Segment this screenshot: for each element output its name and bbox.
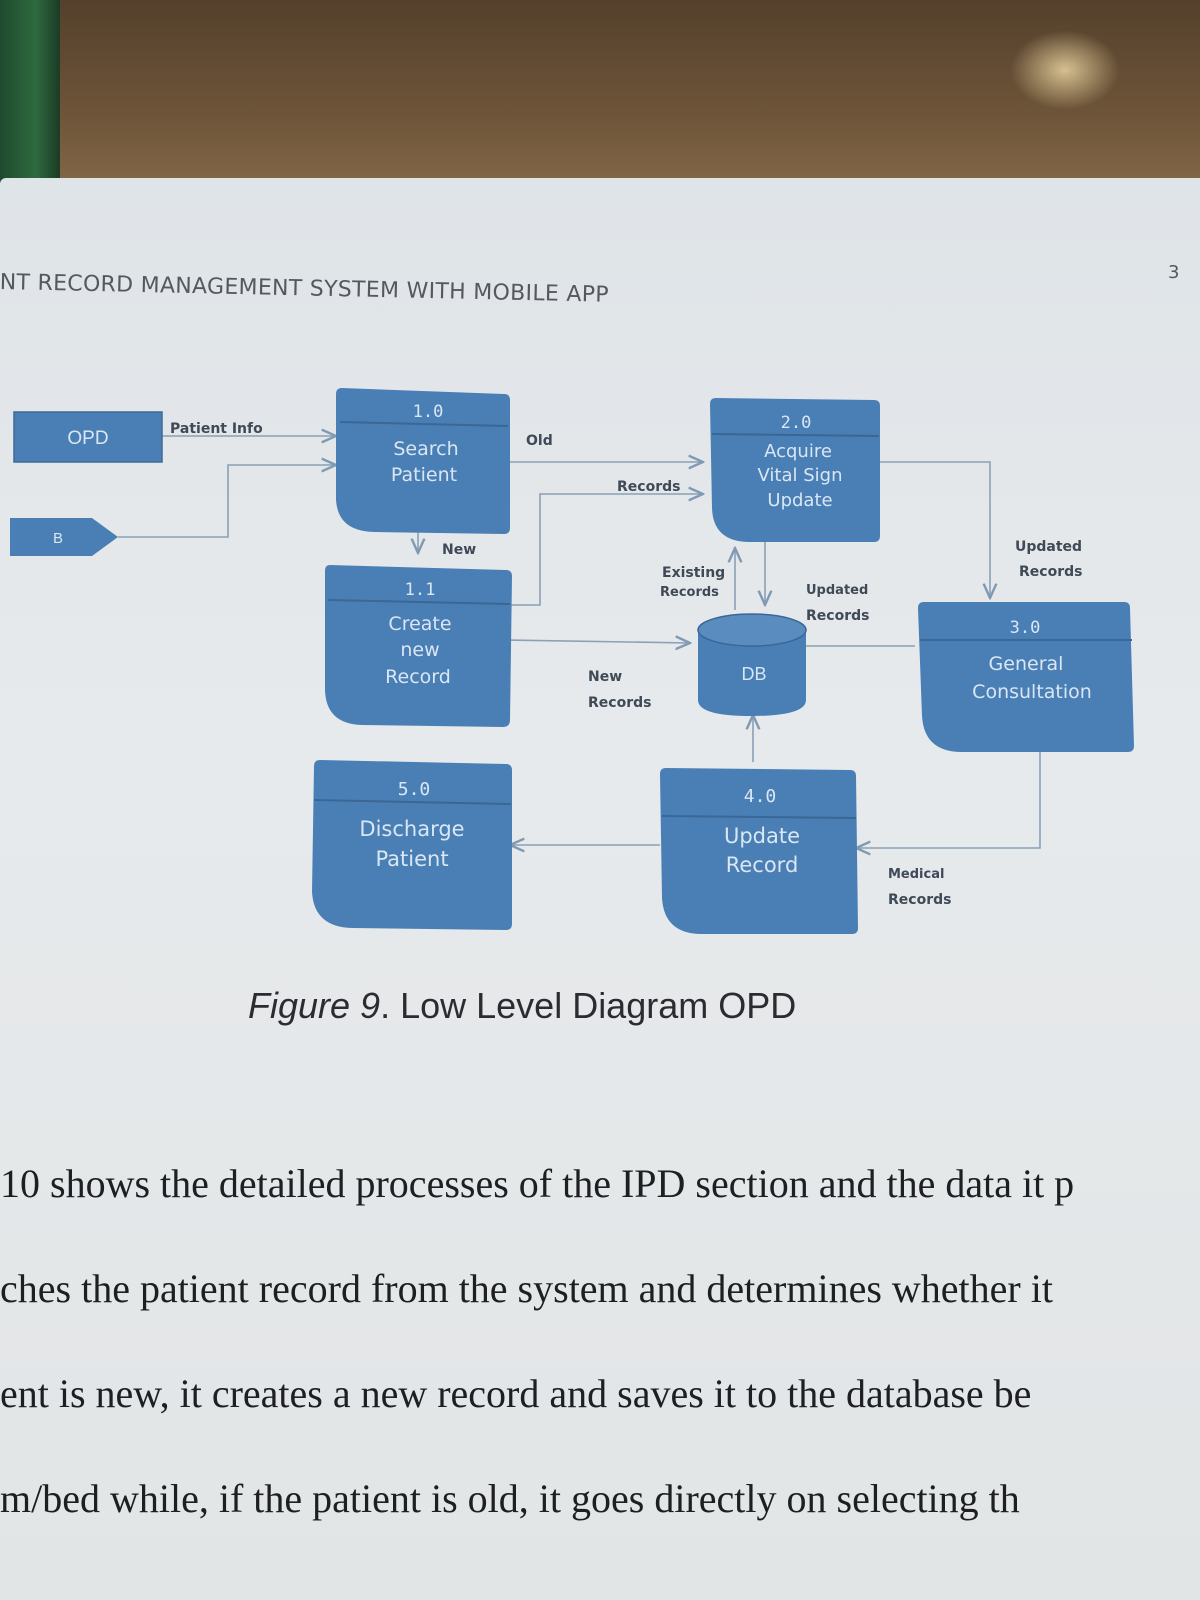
process-search-patient: 1.0 Search Patient [336,388,510,534]
process-number: 1.1 [405,580,436,600]
process-number: 4.0 [744,786,777,807]
flow-label: Updated [1015,539,1082,555]
entity-opd-label: OPD [67,428,108,449]
process-label: Patient [391,464,457,486]
flow-create-to-db [504,640,690,643]
process-number: 3.0 [1010,618,1041,638]
body-text-line: ent is new, it creates a new record and … [0,1371,1032,1416]
process-label: new [400,639,439,661]
flow-consult-to-update [856,745,1041,848]
process-label: Create [388,613,451,635]
flow-label: Records [806,608,869,624]
flow-label: Old [526,433,553,449]
process-label: Update [767,490,832,511]
process-number: 2.0 [781,413,812,433]
process-label: Record [385,666,451,688]
flow-label: Medical [888,867,944,882]
process-update-record: 4.0 Update Record [660,768,858,934]
entity-b-label: B [53,530,63,547]
process-label: General [989,653,1064,675]
flow-b-to-search [118,465,336,538]
entity-b: B [10,518,118,556]
flow-label: Records [1019,564,1082,580]
body-text-line: 10 shows the detailed processes of the I… [0,1161,1075,1206]
flow-vital-to-consult [873,461,990,598]
flow-label: Patient Info [170,421,263,437]
flow-label: Existing [662,565,725,581]
process-acquire-vital-sign: 2.0 Acquire Vital Sign Update [710,398,880,542]
flow-label: Updated [806,583,868,598]
data-flow-diagram: OPD B 1.0 Search Patient 1.1 Create new … [10,388,1134,934]
page-number: 3 [1168,262,1180,283]
desk-light-spot [1010,30,1120,110]
process-label: Acquire [764,441,832,462]
process-label: Search [393,438,458,460]
figure-caption: Figure 9. Low Level Diagram OPD [248,985,908,1027]
flow-label: Records [617,479,680,495]
flow-lines [118,436,1041,848]
entity-opd: OPD [13,411,163,463]
flow-label: Records [588,695,651,711]
green-book [0,0,60,190]
datastore-db: DB [697,613,807,716]
process-label: Update [724,824,800,848]
process-create-new-record: 1.1 Create new Record [325,565,512,727]
flow-label: New [588,669,622,685]
process-label: Patient [375,847,448,871]
process-number: 5.0 [398,779,431,800]
process-label: Consultation [972,681,1092,703]
process-label: Vital Sign [758,465,843,486]
datastore-label: DB [741,664,766,684]
process-discharge-patient: 5.0 Discharge Patient [312,760,512,930]
process-label: Record [726,853,799,877]
flow-label: Records [888,892,951,908]
body-text-line: ches the patient record from the system … [0,1266,1053,1311]
body-text-line: m/bed while, if the patient is old, it g… [0,1476,1020,1521]
flow-label: Records [660,585,719,600]
process-number: 1.0 [413,402,444,422]
figure-title: . Low Level Diagram OPD [380,985,797,1026]
figure-number: Figure 9 [248,985,381,1026]
process-label: Discharge [359,817,464,841]
process-general-consultation: 3.0 General Consultation [918,602,1134,752]
flow-label: New [442,542,476,558]
